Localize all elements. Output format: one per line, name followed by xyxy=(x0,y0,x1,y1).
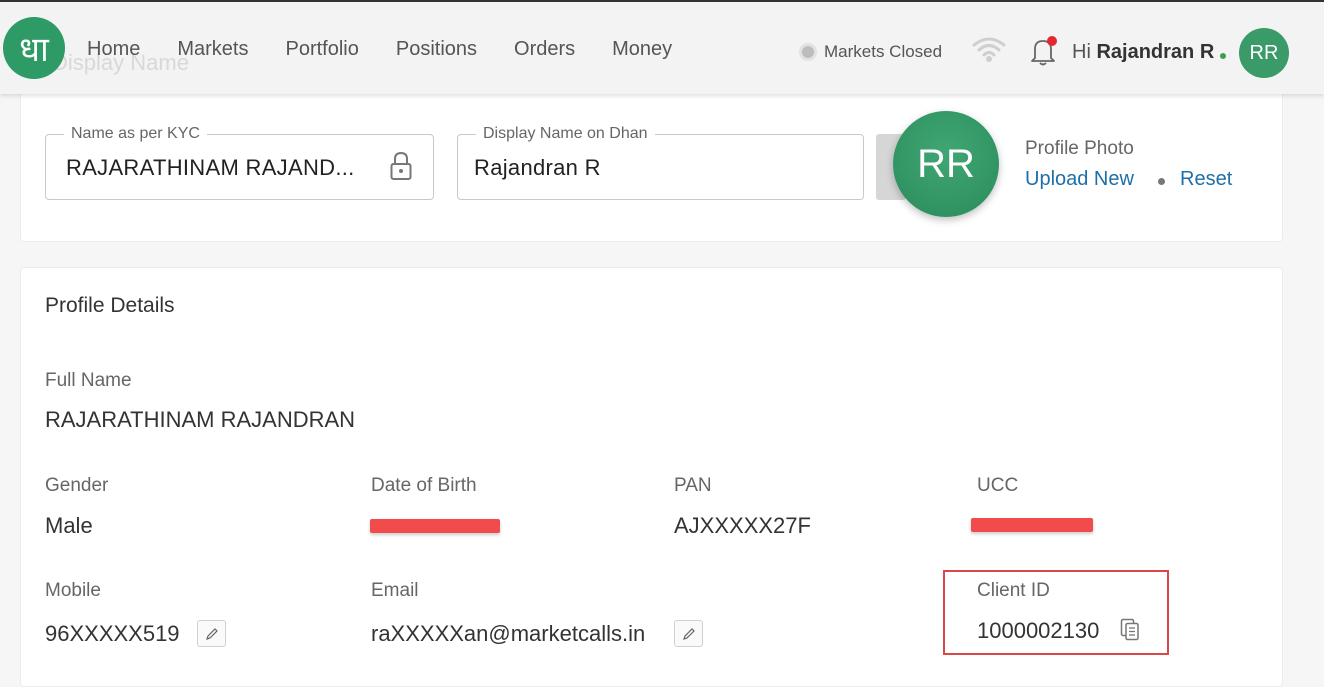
ucc-redaction xyxy=(971,518,1093,532)
client-id-label: Client ID xyxy=(977,580,1050,601)
client-id-value: 1000002130 xyxy=(977,618,1100,643)
profile-details-title: Profile Details xyxy=(45,294,175,317)
nav-portfolio[interactable]: Portfolio xyxy=(285,38,358,61)
mobile-value: 96XXXXX519 xyxy=(45,621,180,646)
email-value: raXXXXXan@marketcalls.in xyxy=(371,621,646,646)
kyc-name-value: RAJARATHINAM RAJAND... xyxy=(66,155,355,180)
lock-icon xyxy=(389,150,413,187)
dhan-logo[interactable]: धा xyxy=(3,17,65,79)
edit-mobile-button[interactable] xyxy=(197,620,226,647)
nav-orders[interactable]: Orders xyxy=(514,38,575,61)
pencil-icon xyxy=(205,627,218,640)
copy-icon[interactable] xyxy=(1120,618,1140,647)
greeting-prefix: Hi xyxy=(1072,41,1091,63)
pencil-icon xyxy=(682,627,695,640)
upload-photo-link[interactable]: Upload New xyxy=(1025,168,1134,191)
notification-bell-icon[interactable] xyxy=(1026,34,1060,73)
display-name-field[interactable]: Display Name on Dhan Rajandran R xyxy=(457,125,864,200)
profile-photo-label: Profile Photo xyxy=(1025,138,1134,159)
user-avatar[interactable]: RR xyxy=(1239,28,1289,78)
connection-wifi-icon xyxy=(972,35,1006,70)
market-status-text: Markets Closed xyxy=(824,42,943,61)
display-name-label: Display Name on Dhan xyxy=(476,125,655,143)
main-nav: Home Markets Portfolio Positions Orders … xyxy=(87,38,709,61)
market-status-dot xyxy=(802,46,814,58)
online-status-dot xyxy=(1220,53,1226,59)
dob-label: Date of Birth xyxy=(371,475,477,496)
separator-dot xyxy=(1158,178,1165,185)
market-status: Markets Closed xyxy=(802,42,942,62)
mobile-label: Mobile xyxy=(45,580,101,601)
gender-label: Gender xyxy=(45,475,109,496)
full-name-value: RAJARATHINAM RAJANDRAN xyxy=(45,407,356,432)
user-greeting[interactable]: Hi Rajandran R xyxy=(1072,41,1214,64)
pan-label: PAN xyxy=(674,475,712,496)
top-navbar: Display Name धा Home Markets Portfolio P… xyxy=(0,0,1324,94)
ucc-label: UCC xyxy=(977,475,1019,496)
dob-redaction xyxy=(370,519,500,533)
reset-photo-link[interactable]: Reset xyxy=(1180,168,1232,191)
profile-avatar: RR xyxy=(893,111,999,217)
display-name-input[interactable]: Rajandran R xyxy=(474,155,601,181)
full-name-label: Full Name xyxy=(45,370,132,391)
kyc-name-field: Name as per KYC RAJARATHINAM RAJAND... xyxy=(45,125,434,200)
user-name: Rajandran R xyxy=(1096,41,1215,63)
gender-value: Male xyxy=(45,513,93,538)
nav-positions[interactable]: Positions xyxy=(396,38,477,61)
pan-value: AJXXXXX27F xyxy=(674,513,811,538)
email-label: Email xyxy=(371,580,419,601)
nav-money[interactable]: Money xyxy=(612,38,672,61)
nav-home[interactable]: Home xyxy=(87,38,140,61)
nav-markets[interactable]: Markets xyxy=(177,38,248,61)
kyc-name-label: Name as per KYC xyxy=(64,125,207,143)
edit-email-button[interactable] xyxy=(674,620,703,647)
